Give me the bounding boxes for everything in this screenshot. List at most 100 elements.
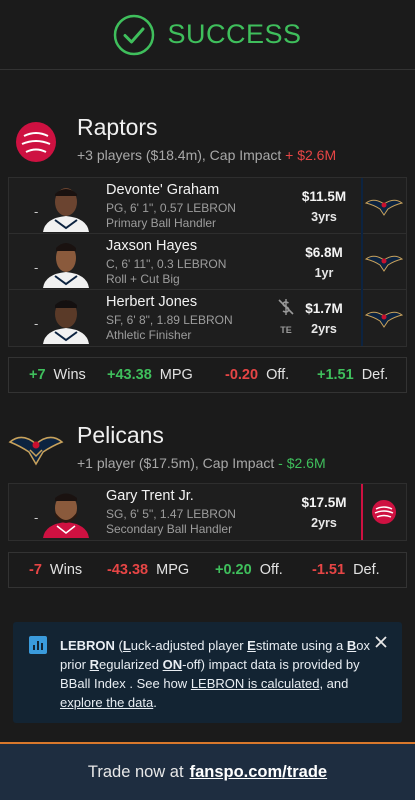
team-header: Pelicans +1 player ($17.5m), Cap Impact … <box>0 414 415 484</box>
contract-years: 2yrs <box>311 515 337 530</box>
contract-years: 2yrs <box>311 321 337 336</box>
raptors-logo-icon <box>16 122 56 162</box>
player-role: Secondary Ball Handler <box>106 522 233 536</box>
impact-stats-bar: +7 Wins +43.38 MPG -0.20 Off. +1.51 Def. <box>8 357 407 393</box>
explore-data-link[interactable]: explore the data <box>60 695 153 710</box>
stat-label: Wins <box>53 367 86 383</box>
bar-chart-icon <box>29 636 47 654</box>
pelicans-logo-icon <box>364 311 404 328</box>
player-role: Roll + Cut Big <box>106 272 180 286</box>
contract-years: 3yrs <box>311 209 337 224</box>
stat-value: -1.51 <box>312 562 346 578</box>
stat-label: Wins <box>49 562 83 578</box>
stat-value: +43.38 <box>107 367 152 383</box>
team-summary-text: +1 player ($17.5m), Cap Impact <box>77 455 275 471</box>
player-role: Primary Ball Handler <box>106 216 217 230</box>
player-headshot-avatar <box>43 188 89 232</box>
player-row[interactable]: - Devonte' Graham PG, 6' 1", 0.57 LEBRON… <box>9 178 406 234</box>
cap-impact: + $2.6M <box>285 147 337 163</box>
from-team-logo <box>361 290 407 346</box>
team-block-pelicans: Pelicans +1 player ($17.5m), Cap Impact … <box>0 414 415 484</box>
salary: $17.5M <box>301 494 347 510</box>
player-row[interactable]: - Herbert Jones SF, 6' 8", 1.89 LEBRON A… <box>9 290 406 346</box>
stat-value: +0.20 <box>215 562 252 578</box>
info-fragment: , and <box>319 676 349 691</box>
from-team-logo <box>361 178 407 234</box>
player-role: Athletic Finisher <box>106 328 192 342</box>
stat-label: Off. <box>266 367 290 383</box>
player-headshot-avatar <box>43 243 89 288</box>
player-info: SG, 6' 5", 1.47 LEBRON <box>106 507 236 521</box>
footer-prefix: Trade now at <box>87 762 184 781</box>
stat-label: Off. <box>259 562 283 578</box>
team-name: Pelicans <box>77 422 164 448</box>
contract-cell: $6.8M 1yr <box>279 234 369 290</box>
acronym-letter: E <box>247 638 256 653</box>
info-text: LEBRON (Luck-adjusted player Estimate us… <box>60 638 370 710</box>
player-info: C, 6' 11", 0.3 LEBRON <box>106 257 227 271</box>
trade-footer: Trade now at fanspo.com/trade <box>0 742 415 800</box>
stat-value: -0.20 <box>225 367 259 383</box>
team-summary: +3 players ($18.4m), Cap Impact + $2.6M <box>77 147 336 163</box>
player-list-raptors: - Devonte' Graham PG, 6' 1", 0.57 LEBRON… <box>8 177 407 347</box>
acronym-letter: B <box>346 638 357 653</box>
player-row[interactable]: - Jaxson Hayes C, 6' 11", 0.3 LEBRON Rol… <box>9 234 406 290</box>
from-team-logo <box>361 234 407 290</box>
stat-def: +1.51 Def. <box>317 367 388 383</box>
stat-mpg: +43.38 MPG <box>107 367 225 383</box>
stat-value: -43.38 <box>107 562 149 578</box>
info-fragment: uck-adjusted player <box>130 638 248 653</box>
raptors-logo-icon <box>372 500 396 524</box>
close-icon[interactable] <box>373 634 389 650</box>
salary: $6.8M <box>305 244 343 260</box>
player-info: SF, 6' 8", 1.89 LEBRON <box>106 313 233 327</box>
player-headshot-avatar <box>43 493 89 538</box>
dash-marker: - <box>34 204 39 219</box>
team-block-raptors: Raptors +3 players ($18.4m), Cap Impact … <box>0 106 415 176</box>
stat-value: +7 <box>29 367 46 383</box>
stat-label: MPG <box>159 367 193 383</box>
stat-mpg: -43.38 MPG <box>107 562 215 578</box>
info-fragment: egularized <box>99 657 163 672</box>
lebron-acronym: LEBRON <box>60 638 115 653</box>
from-team-logo <box>361 484 407 540</box>
acronym-letter: L <box>122 638 131 653</box>
dash-marker: - <box>34 260 39 275</box>
cap-impact: - $2.6M <box>278 455 326 471</box>
salary: $1.7M <box>305 300 343 316</box>
player-list-pelicans: - Gary Trent Jr. SG, 6' 5", 1.47 LEBRON … <box>8 483 407 541</box>
player-headshot-avatar <box>43 300 89 344</box>
success-text: SUCCESS <box>167 19 302 49</box>
pelicans-logo-icon <box>364 199 404 216</box>
pelicans-logo-icon <box>364 255 404 272</box>
check-circle-icon <box>114 14 155 55</box>
stat-wins: +7 Wins <box>29 367 107 383</box>
stat-label: Def. <box>361 367 389 383</box>
impact-stats-bar: -7 Wins -43.38 MPG +0.20 Off. -1.51 Def. <box>8 552 407 588</box>
player-info: PG, 6' 1", 0.57 LEBRON <box>106 201 236 215</box>
stat-off: -0.20 Off. <box>225 367 317 383</box>
info-fragment: stimate using a <box>255 638 347 653</box>
stat-label: MPG <box>156 562 190 578</box>
dash-marker: - <box>34 316 39 331</box>
team-summary: +1 player ($17.5m), Cap Impact - $2.6M <box>77 455 326 471</box>
contract-cell: $11.5M 3yrs <box>279 178 369 234</box>
lebron-calculated-link[interactable]: LEBRON is calculated <box>191 676 320 691</box>
contract-years: 1yr <box>314 265 334 280</box>
team-summary-text: +3 players ($18.4m), Cap Impact <box>77 147 282 163</box>
player-name: Jaxson Hayes <box>106 238 198 254</box>
stat-wins: -7 Wins <box>29 562 107 578</box>
contract-cell: $17.5M 2yrs <box>279 484 369 540</box>
stat-off: +0.20 Off. <box>215 562 312 578</box>
stat-value: -7 <box>29 562 42 578</box>
lebron-info-banner: LEBRON (Luck-adjusted player Estimate us… <box>13 622 402 723</box>
stat-value: +1.51 <box>317 367 354 383</box>
player-row[interactable]: - Gary Trent Jr. SG, 6' 5", 1.47 LEBRON … <box>9 484 406 540</box>
salary: $11.5M <box>301 188 347 204</box>
player-name: Gary Trent Jr. <box>106 488 194 504</box>
info-fragment: . <box>153 695 157 710</box>
fanspo-trade-link[interactable]: fanspo.com/trade <box>190 763 328 782</box>
team-header: Raptors +3 players ($18.4m), Cap Impact … <box>0 106 415 176</box>
contract-cell: $1.7M 2yrs <box>279 290 369 346</box>
success-header: SUCCESS <box>0 0 415 70</box>
